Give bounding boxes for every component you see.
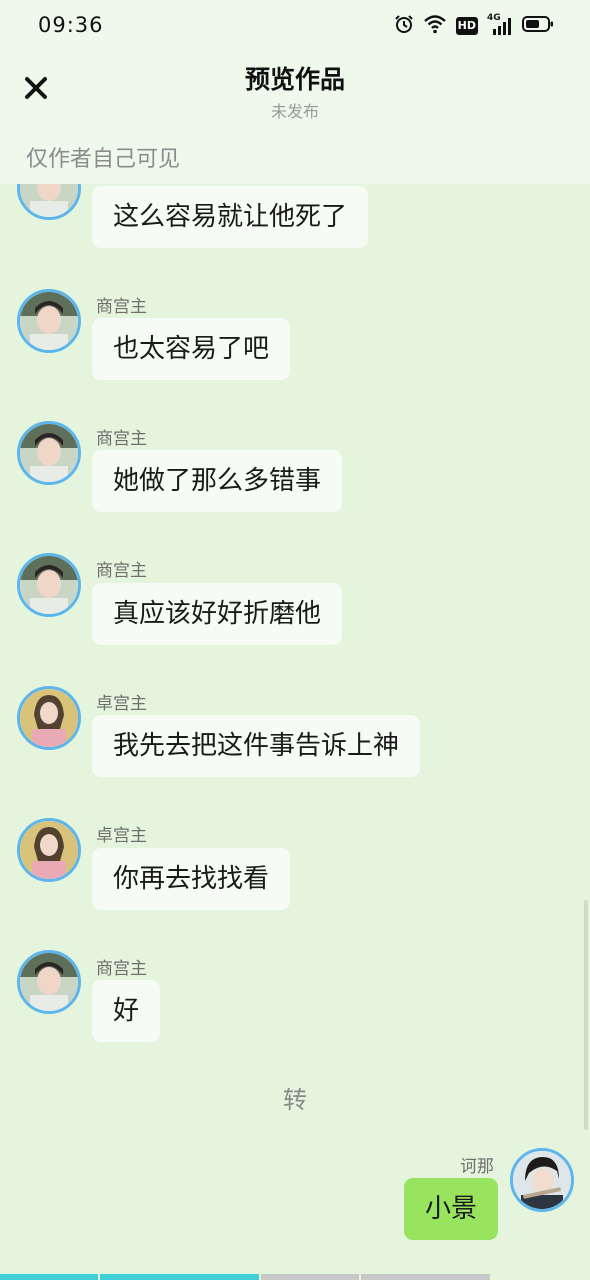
- avatar[interactable]: [17, 686, 81, 750]
- sender-name: 商宫主: [96, 959, 147, 979]
- avatar[interactable]: [17, 421, 81, 485]
- 4g-signal-icon: 4G: [487, 13, 513, 36]
- message-bubble[interactable]: 真应该好好折磨他: [92, 583, 343, 645]
- battery-icon: [522, 15, 554, 37]
- chat-area[interactable]: 这么容易就让他死了 商宫主 也太容易了吧 商宫主 她做了那么多错事 商宫主 真应…: [0, 0, 590, 1280]
- message-bubble[interactable]: 这么容易就让他死了: [92, 186, 369, 248]
- story-progress-bar: [0, 1274, 590, 1280]
- status-bar: 09:36 HD 4G: [0, 0, 590, 52]
- status-time: 09:36: [38, 13, 104, 37]
- progress-segment: [492, 1274, 588, 1280]
- sender-name: 商宫主: [96, 561, 147, 581]
- progress-segment: [360, 1274, 491, 1280]
- message-bubble[interactable]: 你再去找找看: [92, 848, 291, 910]
- scrollbar[interactable]: [584, 900, 588, 1130]
- hd-icon: HD: [455, 17, 478, 35]
- alarm-icon: [394, 14, 414, 38]
- progress-segment: [0, 1274, 98, 1280]
- avatar[interactable]: [17, 289, 81, 353]
- center-note: 转: [283, 1086, 307, 1114]
- message-bubble-outgoing[interactable]: 小景: [403, 1178, 498, 1240]
- visibility-note: 仅作者自己可见: [26, 147, 181, 172]
- avatar[interactable]: [510, 1148, 574, 1212]
- sender-name: 商宫主: [96, 297, 147, 317]
- sender-name: 商宫主: [96, 429, 147, 449]
- message-bubble[interactable]: 好: [92, 980, 161, 1042]
- message-bubble[interactable]: 她做了那么多错事: [92, 450, 343, 512]
- sender-name: 卓宫主: [96, 694, 147, 714]
- progress-segment: [261, 1274, 359, 1280]
- avatar[interactable]: [17, 818, 81, 882]
- progress-segment: [99, 1274, 260, 1280]
- sender-name: 卓宫主: [96, 826, 147, 846]
- page-subtitle: 未发布: [270, 102, 319, 121]
- avatar[interactable]: [17, 950, 81, 1014]
- message-bubble[interactable]: 也太容易了吧: [92, 318, 291, 380]
- page-title: 预览作品: [244, 65, 345, 94]
- wifi-icon: [423, 14, 447, 38]
- avatar[interactable]: [17, 553, 81, 617]
- header: 09:36 HD 4G 预览作品 未发布 仅作者自己可见: [0, 0, 590, 184]
- message-bubble[interactable]: 我先去把这件事告诉上神: [92, 715, 421, 777]
- sender-name: 诃那: [460, 1157, 494, 1177]
- status-icons: HD 4G: [394, 13, 554, 38]
